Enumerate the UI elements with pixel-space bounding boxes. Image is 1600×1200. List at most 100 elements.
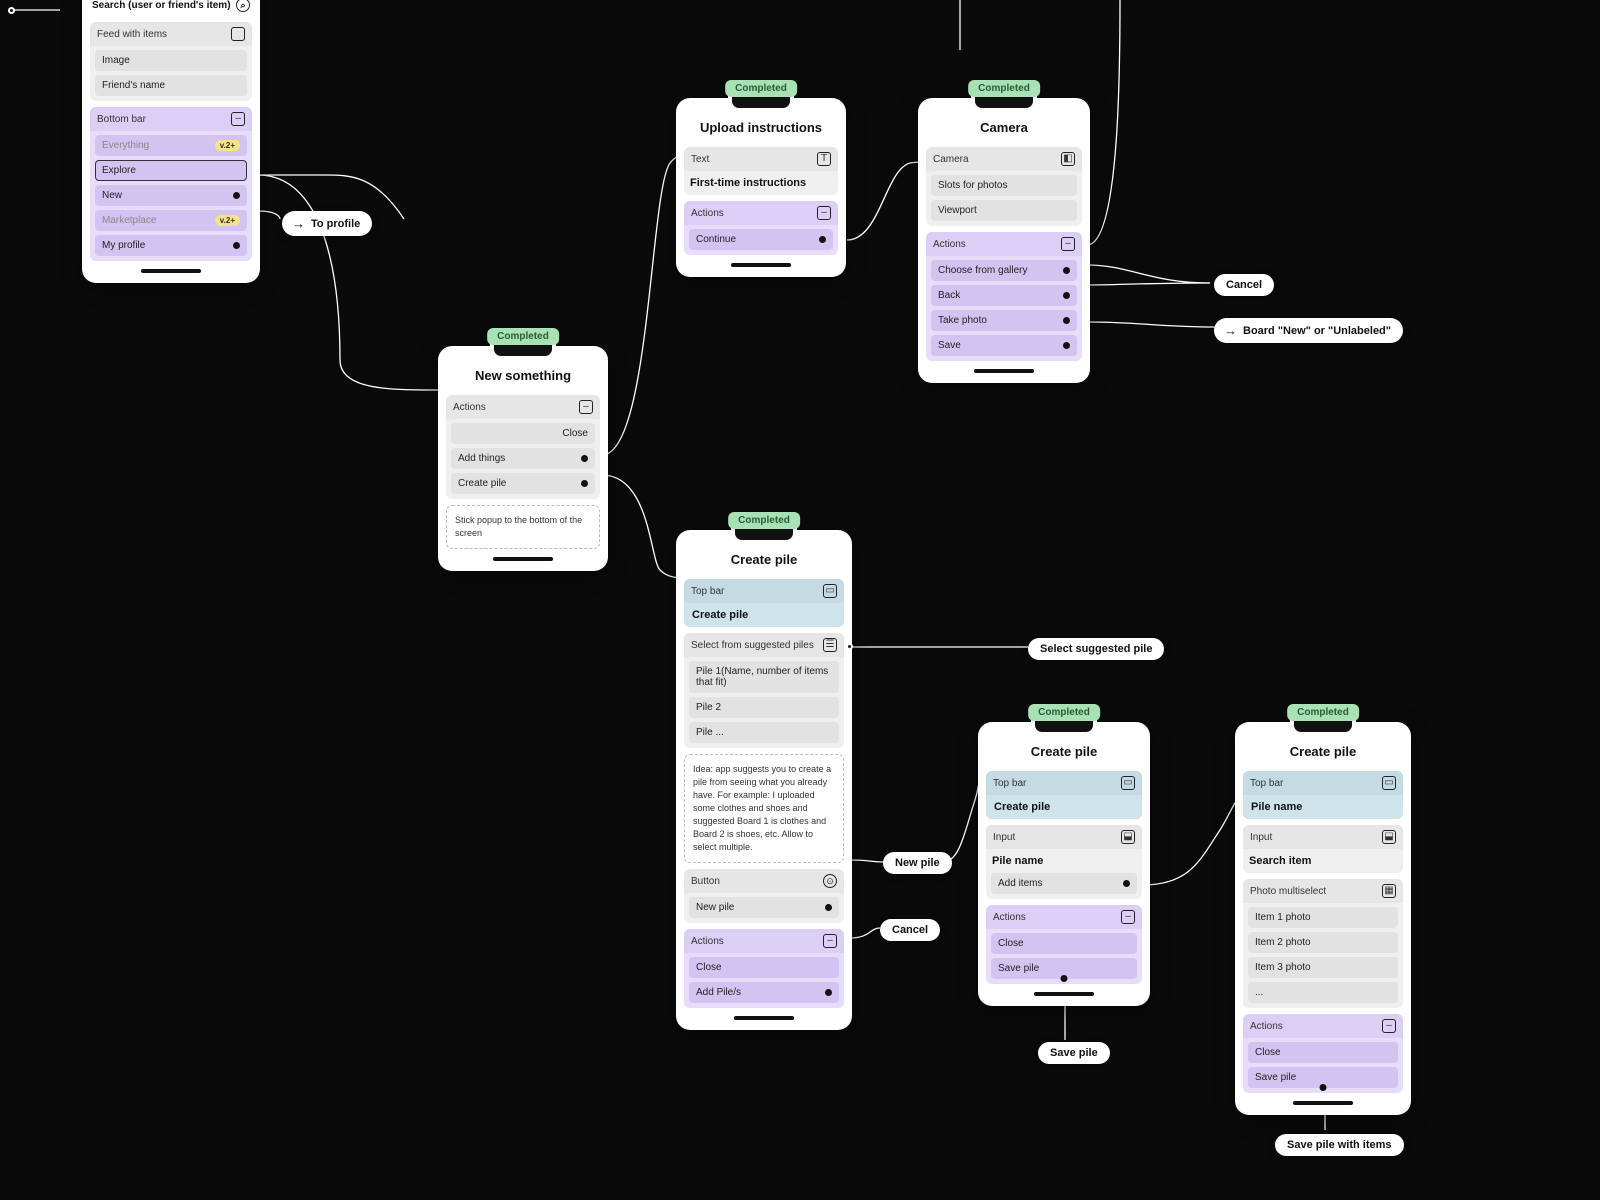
- section-label: Top bar: [1250, 778, 1283, 789]
- save-pile-button[interactable]: Save pile: [1248, 1067, 1398, 1088]
- flowchart-canvas[interactable]: Search (user or friend's item) ⌕ Feed wi…: [0, 0, 1600, 1200]
- status-completed: Completed: [487, 328, 559, 345]
- feed-section: Feed with items Image Friend's name: [90, 22, 252, 101]
- card-title: Create pile: [1243, 738, 1403, 765]
- add-items-button[interactable]: Add items: [991, 873, 1137, 894]
- phone-create-pile-a[interactable]: Completed Create pile Top bar ▭ Create p…: [676, 530, 852, 1030]
- collapse-icon: –: [1382, 1019, 1396, 1033]
- home-indicator: [731, 263, 791, 267]
- topbar-icon: ▭: [1382, 776, 1396, 790]
- take-photo-button[interactable]: Take photo: [931, 310, 1077, 331]
- bottom-bar-item-new[interactable]: New: [95, 185, 247, 206]
- nav-cancel-pile[interactable]: Cancel: [880, 919, 940, 941]
- nav-select-suggested-pile[interactable]: Select suggested pile: [1028, 638, 1164, 660]
- connector-dot: [1063, 342, 1070, 349]
- camera-slots[interactable]: Slots for photos: [931, 175, 1077, 196]
- grid-icon: ▦: [1382, 884, 1396, 898]
- home-indicator: [493, 557, 553, 561]
- section-label: Button: [691, 876, 720, 887]
- multiselect-item[interactable]: ...: [1248, 982, 1398, 1003]
- bottom-bar-item-marketplace[interactable]: Marketplace v.2+: [95, 210, 247, 231]
- text-section: Text T First-time instructions: [684, 147, 838, 195]
- connector-dot: [233, 242, 240, 249]
- nav-save-pile[interactable]: Save pile: [1038, 1042, 1110, 1064]
- close-button[interactable]: Close: [991, 933, 1137, 954]
- nav-new-pile[interactable]: New pile: [883, 852, 952, 874]
- card-title: Camera: [926, 114, 1082, 141]
- new-pile-button[interactable]: New pile: [689, 897, 839, 918]
- phone-create-pile-b[interactable]: Completed Create pile Top bar ▭ Create p…: [978, 722, 1150, 1006]
- suggested-pile-item[interactable]: Pile 1(Name, number of items that fit): [689, 661, 839, 693]
- button-section: Button ⊙ New pile: [684, 869, 844, 923]
- phone-create-pile-c[interactable]: Completed Create pile Top bar ▭ Pile nam…: [1235, 722, 1411, 1115]
- bottom-bar-item-everything[interactable]: Everything v.2+: [95, 135, 247, 156]
- search-icon: ⌕: [236, 0, 250, 12]
- collapse-icon: –: [823, 934, 837, 948]
- continue-button[interactable]: Continue: [689, 229, 833, 250]
- connector-dot: [1063, 317, 1070, 324]
- collapse-icon: –: [817, 206, 831, 220]
- multiselect-icon: ☰: [823, 638, 837, 652]
- bottom-bar-section: Bottom bar – Everything v.2+ Explore New…: [90, 107, 252, 261]
- section-label: Input: [1250, 832, 1272, 843]
- text-icon: T: [817, 152, 831, 166]
- status-completed: Completed: [1287, 704, 1359, 721]
- nav-save-pile-with-items[interactable]: Save pile with items: [1275, 1134, 1404, 1156]
- suggested-pile-item[interactable]: Pile 2: [689, 697, 839, 718]
- collapse-icon: –: [231, 112, 245, 126]
- nav-label: Save pile: [1050, 1047, 1098, 1059]
- nav-to-profile[interactable]: → To profile: [282, 211, 372, 236]
- connector-dot: [1320, 1084, 1327, 1091]
- nav-board-new[interactable]: → Board "New" or "Unlabeled": [1214, 318, 1403, 343]
- save-pile-button[interactable]: Save pile: [991, 958, 1137, 979]
- bottom-bar-label: Bottom bar: [97, 114, 146, 125]
- create-pile-button[interactable]: Create pile: [451, 473, 595, 494]
- card-title: Create pile: [986, 738, 1142, 765]
- save-button[interactable]: Save: [931, 335, 1077, 356]
- back-button[interactable]: Back: [931, 285, 1077, 306]
- bottom-bar-item-explore[interactable]: Explore: [95, 160, 247, 181]
- close-button[interactable]: Close: [1248, 1042, 1398, 1063]
- idea-note: Idea: app suggests you to create a pile …: [684, 754, 844, 863]
- phone-camera[interactable]: Completed Camera Camera ◧ Slots for phot…: [918, 98, 1090, 383]
- add-piles-button[interactable]: Add Pile/s: [689, 982, 839, 1003]
- section-label: Text: [691, 154, 709, 165]
- nav-cancel-camera[interactable]: Cancel: [1214, 274, 1274, 296]
- phone-feed[interactable]: Search (user or friend's item) ⌕ Feed wi…: [82, 0, 260, 283]
- connector-dot: [819, 236, 826, 243]
- close-button[interactable]: Close: [451, 423, 595, 444]
- feed-item[interactable]: Image: [95, 50, 247, 71]
- connector-dot: [1123, 880, 1130, 887]
- input-icon: ⬓: [1382, 830, 1396, 844]
- add-things-button[interactable]: Add things: [451, 448, 595, 469]
- suggested-pile-item[interactable]: Pile ...: [689, 722, 839, 743]
- feed-label: Feed with items: [97, 29, 167, 40]
- note-box: Stick popup to the bottom of the screen: [446, 505, 600, 549]
- phone-upload-instructions[interactable]: Completed Upload instructions Text T Fir…: [676, 98, 846, 277]
- multiselect-item[interactable]: Item 3 photo: [1248, 957, 1398, 978]
- search-label: Search (user or friend's item): [92, 0, 231, 11]
- status-completed: Completed: [725, 80, 797, 97]
- section-label: Actions: [453, 402, 486, 413]
- topbar-icon: ▭: [1121, 776, 1135, 790]
- card-title: Create pile: [684, 546, 844, 573]
- top-bar-value: Create pile: [986, 795, 1142, 819]
- entry-dot: [8, 7, 15, 14]
- status-completed: Completed: [1028, 704, 1100, 721]
- choose-from-gallery-button[interactable]: Choose from gallery: [931, 260, 1077, 281]
- feed-item[interactable]: Friend's name: [95, 75, 247, 96]
- bottom-bar-item-my-profile[interactable]: My profile: [95, 235, 247, 256]
- close-button[interactable]: Close: [689, 957, 839, 978]
- connector-dot: [825, 989, 832, 996]
- multiselect-item[interactable]: Item 2 photo: [1248, 932, 1398, 953]
- input-value: Pile name: [992, 855, 1043, 867]
- camera-viewport[interactable]: Viewport: [931, 200, 1077, 221]
- home-indicator: [141, 269, 201, 273]
- connector-dot: [1063, 267, 1070, 274]
- arrow-right-icon: →: [292, 216, 305, 231]
- multiselect-item[interactable]: Item 1 photo: [1248, 907, 1398, 928]
- connector-dot: [233, 192, 240, 199]
- phone-new-something[interactable]: Completed New something Actions – Close …: [438, 346, 608, 571]
- status-completed: Completed: [968, 80, 1040, 97]
- nav-label: Board "New" or "Unlabeled": [1243, 325, 1391, 337]
